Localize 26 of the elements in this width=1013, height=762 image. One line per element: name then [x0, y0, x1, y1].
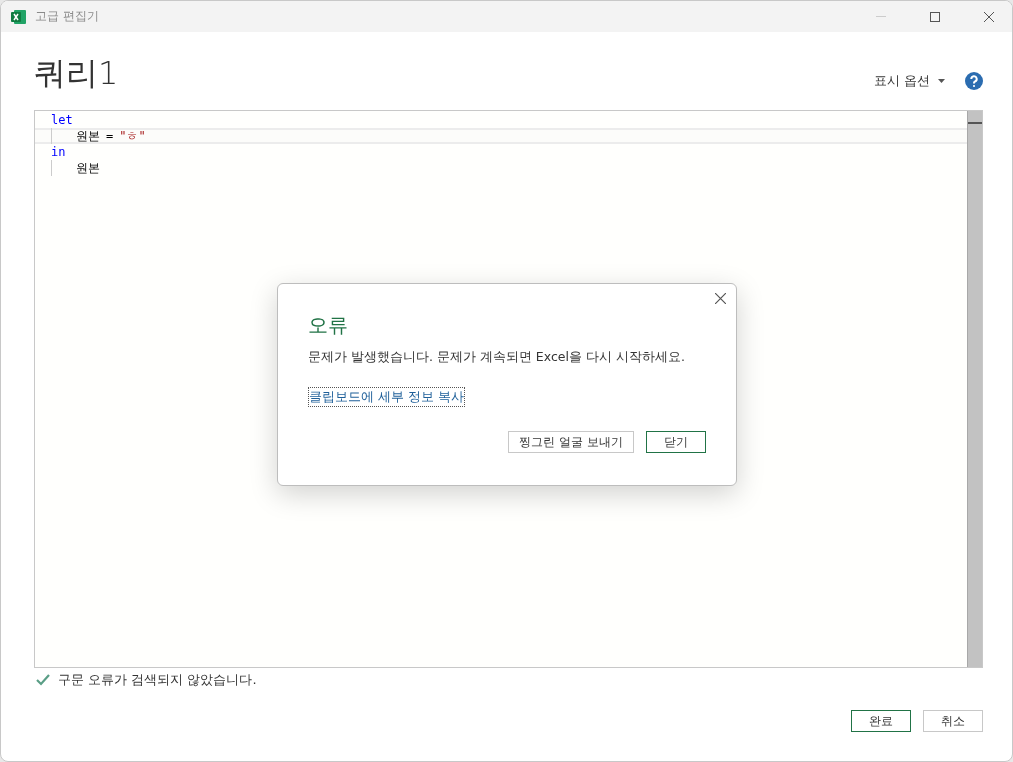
scrollbar[interactable]: [967, 111, 982, 667]
code-token: 원본: [76, 159, 100, 177]
display-options-dropdown[interactable]: 표시 옵션: [873, 72, 945, 90]
checkmark-icon: [36, 674, 50, 686]
close-dialog-button[interactable]: 닫기: [646, 431, 706, 453]
query-title: 쿼리1: [34, 53, 120, 94]
close-icon: [715, 293, 726, 304]
spreadsheet-app-icon: [11, 8, 27, 25]
code-token: in: [51, 145, 66, 159]
done-button[interactable]: 완료: [851, 710, 911, 732]
dialog-title: 오류: [308, 312, 349, 339]
caret-icon: [938, 79, 945, 83]
cancel-button[interactable]: 취소: [923, 710, 983, 732]
copy-details-link[interactable]: 클립보드에 세부 정보 복사: [308, 387, 466, 407]
send-frown-button[interactable]: 찡그린 얼굴 보내기: [508, 431, 634, 453]
error-message: 문제가 발생했습니다. 문제가 계속되면 Excel을 다시 시작하세요.: [308, 349, 686, 366]
window-title: 고급 편집기: [35, 8, 100, 25]
close-icon: [984, 11, 994, 22]
minimize-icon: [876, 16, 886, 17]
syntax-status-text: 구문 오류가 검색되지 않았습니다.: [58, 671, 257, 689]
code-token: =: [106, 129, 114, 143]
code-token: 원본: [76, 127, 100, 145]
code-token: "ㅎ": [119, 127, 146, 145]
maximize-icon: [930, 11, 940, 22]
help-icon[interactable]: [965, 72, 983, 90]
code-token: let: [51, 113, 73, 127]
